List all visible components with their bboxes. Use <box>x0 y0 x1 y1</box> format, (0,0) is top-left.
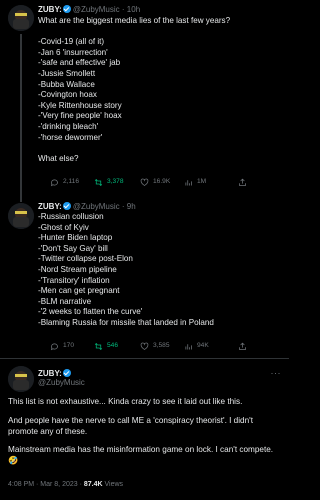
tweet-text: What are the biggest media lies of the l… <box>38 16 231 163</box>
tweet-timestamp[interactable]: 4:08 PM · Mar 8, 2023 · <box>8 481 84 488</box>
timestamp[interactable]: 10h <box>127 5 140 14</box>
like-button[interactable]: 3,585 <box>140 340 170 352</box>
tweet-paragraph: And people have the nerve to call ME a '… <box>8 416 253 436</box>
retweet-count: 3,378 <box>107 178 124 185</box>
views-icon <box>185 179 192 185</box>
share-button[interactable] <box>238 340 247 352</box>
avatar-image <box>8 5 34 31</box>
avatar-image <box>8 203 34 229</box>
thread-line <box>20 34 22 202</box>
more-options-icon[interactable]: ··· <box>271 368 282 378</box>
display-name-text: ZUBY: <box>38 369 62 378</box>
verified-badge-icon <box>62 5 71 13</box>
retweet-icon <box>94 342 103 350</box>
views-icon <box>185 343 192 349</box>
action-bar: 2,116 3,378 16.9K 1M <box>38 176 258 188</box>
share-icon <box>239 178 246 186</box>
views-count: 87.4K <box>83 481 103 488</box>
reply-button[interactable]: 170 <box>50 340 74 352</box>
tweet-header: ZUBY: @ZubyMusic · 10h <box>38 4 140 16</box>
tweet-paragraph: Mainstream media has the misinformation … <box>8 445 274 465</box>
reply-button[interactable]: 2,116 <box>50 176 79 188</box>
avatar[interactable] <box>8 366 34 392</box>
tweet-meta: 4:08 PM · Mar 8, 2023 · 87.4K Views <box>8 480 123 490</box>
verified-badge-icon <box>62 369 71 377</box>
retweet-count: 546 <box>107 342 119 349</box>
heart-icon <box>140 178 149 186</box>
retweet-button[interactable]: 3,378 <box>94 176 124 188</box>
separator: · <box>121 202 125 211</box>
views-button[interactable]: 1M <box>184 176 206 188</box>
views-label: Views <box>102 481 124 488</box>
reply-icon <box>50 343 58 350</box>
tweet-text: -Russian collusion -Ghost of Kyiv -Hunte… <box>38 212 214 327</box>
views-button[interactable]: 94K <box>184 340 209 352</box>
avatar[interactable] <box>8 5 34 31</box>
action-bar: 170 546 3,585 94K <box>38 340 258 352</box>
retweet-button[interactable]: 546 <box>94 340 118 352</box>
like-count: 3,585 <box>153 342 170 349</box>
share-button[interactable] <box>238 176 247 188</box>
views-count: 94K <box>197 342 209 349</box>
verified-badge-icon <box>62 202 71 210</box>
reply-count: 2,116 <box>63 178 80 185</box>
tweet-paragraph: This list is not exhaustive... Kinda cra… <box>8 397 243 406</box>
separator: · <box>121 5 125 14</box>
display-name[interactable]: ZUBY: <box>38 202 62 211</box>
retweet-icon <box>94 178 103 186</box>
timestamp[interactable]: 9h <box>127 202 136 211</box>
reply-icon <box>50 179 58 186</box>
avatar[interactable] <box>8 203 34 229</box>
handle[interactable]: @ZubyMusic <box>73 5 120 14</box>
views-count: 1M <box>197 178 207 185</box>
display-name[interactable]: ZUBY: <box>38 5 62 14</box>
reply-count: 170 <box>63 342 75 349</box>
handle[interactable]: @ZubyMusic <box>38 378 85 388</box>
share-icon <box>239 342 246 350</box>
like-count: 16.9K <box>153 178 171 185</box>
divider <box>0 358 289 359</box>
heart-icon <box>140 342 149 350</box>
like-button[interactable]: 16.9K <box>140 176 170 188</box>
avatar-image <box>8 366 34 392</box>
handle[interactable]: @ZubyMusic <box>73 202 120 211</box>
